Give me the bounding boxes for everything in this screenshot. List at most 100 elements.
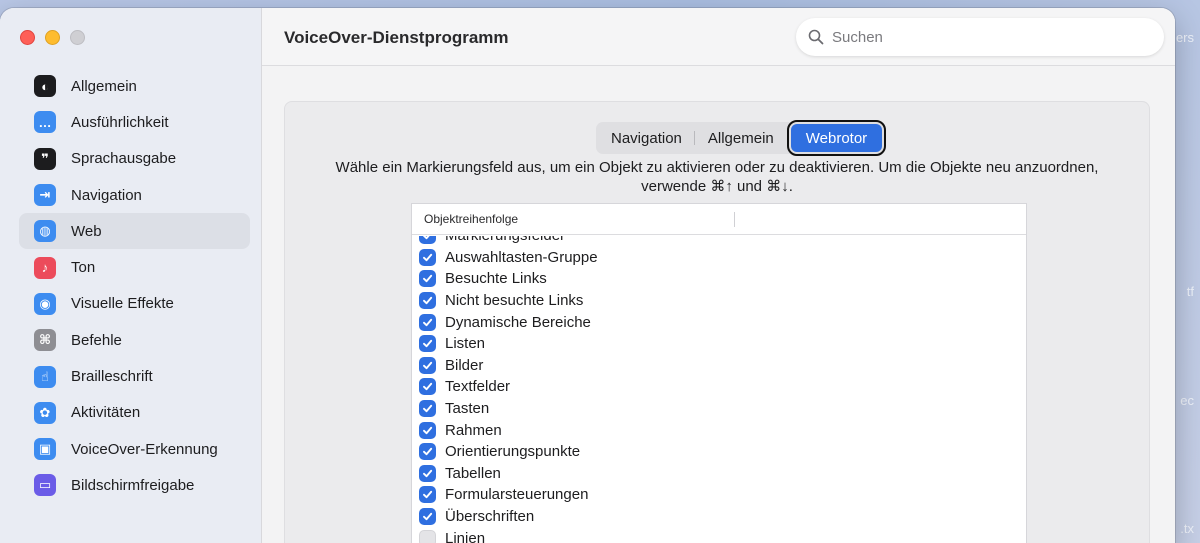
table-row[interactable]: Dynamische Bereiche xyxy=(412,311,1026,333)
desktop-file-label: tf xyxy=(1186,284,1194,299)
object-order-table[interactable]: Objektreihenfolge Markierungsfelder Auswa… xyxy=(411,203,1027,543)
table-row[interactable]: Formularsteuerungen xyxy=(412,484,1026,506)
row-checkbox[interactable] xyxy=(419,248,436,266)
column-header-object-order[interactable]: Objektreihenfolge xyxy=(424,212,518,226)
sidebar-item-web[interactable]: ◍ Web xyxy=(19,213,250,250)
row-checkbox[interactable] xyxy=(419,529,436,543)
table-row[interactable]: Rahmen xyxy=(412,419,1026,441)
table-row[interactable]: Besuchte Links xyxy=(412,268,1026,290)
table-row[interactable]: Textfelder xyxy=(412,376,1026,398)
table-rows: Markierungsfelder Auswahltasten-Gruppe Bes… xyxy=(412,236,1026,543)
table-row[interactable]: Überschriften xyxy=(412,506,1026,528)
instructions-line-2: verwende ⌘↑ und ⌘↓. xyxy=(641,178,793,195)
search-icon xyxy=(808,29,824,45)
sidebar-item-ausführlichkeit[interactable]: … Ausführlichkeit xyxy=(19,104,250,140)
table-row[interactable]: Nicht besuchte Links xyxy=(412,290,1026,312)
checkmark-icon xyxy=(423,404,433,413)
table-body: Markierungsfelder Auswahltasten-Gruppe Bes… xyxy=(412,236,1026,543)
speaker-icon: ♪ xyxy=(34,256,56,279)
row-checkbox[interactable] xyxy=(419,292,436,310)
instructions-text: Wähle ein Markierungsfeld aus, um ein Ob… xyxy=(285,158,1149,196)
row-checkbox[interactable] xyxy=(419,464,436,482)
sidebar-item-label: Ton xyxy=(71,259,96,277)
table-row[interactable]: Linien xyxy=(412,527,1026,543)
search-field[interactable] xyxy=(796,18,1164,56)
sidebar-item-label: Befehle xyxy=(71,331,122,349)
row-checkbox[interactable] xyxy=(419,443,436,461)
checkmark-icon xyxy=(423,253,433,262)
checkmark-icon xyxy=(423,236,430,240)
row-label: Überschriften xyxy=(445,508,535,526)
row-checkbox[interactable] xyxy=(419,313,436,331)
checkmark-icon xyxy=(423,318,433,326)
sidebar-item-label: Ausführlichkeit xyxy=(71,113,169,131)
braille-hand-icon: ☝ xyxy=(34,365,56,388)
window-controls xyxy=(20,30,85,45)
row-label: Listen xyxy=(445,335,486,353)
row-label: Tasten xyxy=(445,400,490,418)
table-row[interactable]: Listen xyxy=(412,333,1026,355)
close-button[interactable] xyxy=(20,30,35,45)
sidebar-item-sprachausgabe[interactable]: ❞ Sprachausgabe xyxy=(19,141,250,177)
checkmark-icon xyxy=(423,469,433,477)
sidebar-item-brailleschrift[interactable]: ☝ Brailleschrift xyxy=(19,358,250,394)
tab-webrotor[interactable]: Webrotor xyxy=(786,120,887,156)
row-label: Rahmen xyxy=(445,421,502,439)
row-checkbox[interactable] xyxy=(419,236,436,245)
row-checkbox[interactable] xyxy=(419,400,436,418)
row-label: Formularsteuerungen xyxy=(445,486,589,504)
sidebar-list: ◐ Allgemein … Ausführlichkeit ❞ Sprachausgabe… xyxy=(19,68,250,504)
sidebar-item-bildschirmfreigabe[interactable]: ▭ Bildschirmfreigabe xyxy=(19,467,250,503)
main-content: Navigation Allgemein Webrotor Wähle ein Ma… xyxy=(262,67,1175,543)
speech-bubble-icon: … xyxy=(34,111,56,134)
checkmark-icon xyxy=(423,383,433,391)
row-label: Dynamische Bereiche xyxy=(445,313,591,331)
zoom-button[interactable] xyxy=(70,30,85,45)
checkmark-icon xyxy=(423,296,433,305)
table-row[interactable]: Markierungsfelder xyxy=(412,236,1026,247)
globe-icon: ◍ xyxy=(34,220,56,243)
checkmark-icon xyxy=(423,448,433,456)
row-checkbox[interactable] xyxy=(419,508,436,526)
minimize-button[interactable] xyxy=(45,30,60,45)
row-label: Nicht besuchte Links xyxy=(445,292,584,310)
sidebar-item-navigation[interactable]: ⇥ Navigation xyxy=(19,177,250,213)
row-checkbox[interactable] xyxy=(419,356,436,374)
sidebar-item-aktivitäten[interactable]: ✿ Aktivitäten xyxy=(19,395,250,431)
table-row[interactable]: Bilder xyxy=(412,355,1026,377)
table-row[interactable]: Auswahltasten-Gruppe xyxy=(412,247,1026,269)
row-checkbox[interactable] xyxy=(419,421,436,439)
row-checkbox[interactable] xyxy=(419,486,436,504)
sidebar-item-allgemein[interactable]: ◐ Allgemein xyxy=(19,68,250,104)
row-label: Textfelder xyxy=(445,378,511,396)
row-checkbox[interactable] xyxy=(419,270,436,288)
desktop-file-label: .tx xyxy=(1180,521,1194,536)
search-input[interactable] xyxy=(832,28,1132,46)
sidebar-item-ton[interactable]: ♪ Ton xyxy=(19,249,250,285)
table-header[interactable]: Objektreihenfolge xyxy=(412,204,1026,235)
row-checkbox[interactable] xyxy=(419,335,436,353)
checkmark-icon xyxy=(423,275,433,283)
sidebar-item-label: Navigation xyxy=(71,186,142,204)
desktop-file-label: ec xyxy=(1180,393,1194,408)
table-row[interactable]: Tasten xyxy=(412,398,1026,420)
checkmark-icon xyxy=(423,361,433,370)
instructions-line-1: Wähle ein Markierungsfeld aus, um ein Ob… xyxy=(335,159,1099,176)
sidebar-item-label: VoiceOver-Erkennung xyxy=(71,440,218,458)
sidebar-item-visuelle-effekte[interactable]: ◉ Visuelle Effekte xyxy=(19,286,250,322)
tab-allgemein[interactable]: Allgemein xyxy=(695,124,787,152)
eye-icon: ◉ xyxy=(34,292,56,315)
checkmark-icon xyxy=(423,491,433,499)
sidebar-item-label: Visuelle Effekte xyxy=(71,295,174,313)
column-divider xyxy=(734,212,735,227)
tab-navigation[interactable]: Navigation xyxy=(598,124,695,152)
sidebar-item-label: Brailleschrift xyxy=(71,368,153,386)
table-row[interactable]: Tabellen xyxy=(412,463,1026,485)
row-checkbox[interactable] xyxy=(419,378,436,396)
row-label: Auswahltasten-Gruppe xyxy=(445,248,598,266)
table-row[interactable]: Orientierungspunkte xyxy=(412,441,1026,463)
sidebar-item-label: Bildschirmfreigabe xyxy=(71,476,195,494)
sidebar-item-voiceover-erkennung[interactable]: ▣ VoiceOver-Erkennung xyxy=(19,431,250,467)
row-label: Markierungsfelder xyxy=(445,236,565,244)
sidebar-item-befehle[interactable]: ⌘ Befehle xyxy=(19,322,250,358)
